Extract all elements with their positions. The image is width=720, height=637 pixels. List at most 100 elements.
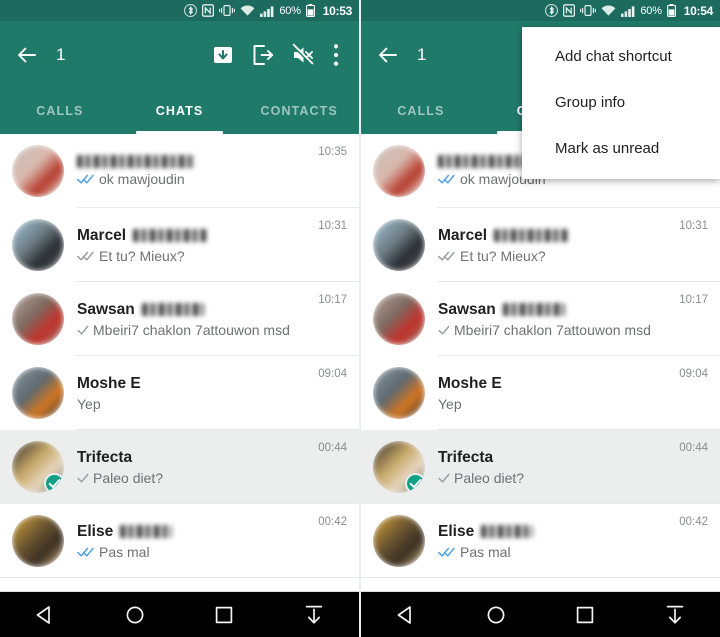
nav-back-button[interactable]: [384, 593, 428, 637]
nav-home-button[interactable]: [474, 593, 518, 637]
menu-item-mark-as-unread[interactable]: Mark as unread: [522, 125, 720, 171]
mute-button[interactable]: [283, 35, 323, 75]
message-preview: ok mawjoudin: [99, 171, 185, 187]
chat-list-item[interactable]: Trifecta Paleo diet? 00:44: [0, 430, 359, 504]
archive-button[interactable]: [203, 35, 243, 75]
chat-row-main: Trifecta Paleo diet?: [77, 449, 310, 486]
chat-row-main: Elise Pas mal: [77, 523, 310, 560]
receipt-single-check-sent: [438, 472, 450, 484]
status-bar: 60% 10:53: [0, 0, 359, 21]
avatar: [12, 367, 64, 419]
redacted-name: [133, 229, 208, 242]
chat-list-item[interactable]: Elise Pas mal 00:42: [361, 504, 720, 578]
menu-item-add-chat-shortcut[interactable]: Add chat shortcut: [522, 33, 720, 79]
avatar-photo: [373, 145, 425, 197]
menu-item-group-info[interactable]: Group info: [522, 79, 720, 125]
chat-list-item[interactable]: Marcel Et tu? Mieux? 10:31: [361, 208, 720, 282]
chat-list-item[interactable]: Moshe E Yep 09:04: [0, 356, 359, 430]
chat-message-line: Pas mal: [438, 544, 671, 560]
nav-hide-button[interactable]: [653, 593, 697, 637]
avatar-photo: [12, 219, 64, 271]
tab-calls[interactable]: CALLS: [0, 88, 120, 134]
vibrate-icon: [219, 4, 236, 17]
contact-name: Elise: [438, 522, 475, 540]
message-preview: Pas mal: [99, 543, 150, 560]
nav-hide-button[interactable]: [292, 593, 336, 637]
message-timestamp: 00:42: [318, 516, 347, 528]
chat-list-item[interactable]: Sawsan Mbeiri7 chaklon 7attouwon msd 10:17: [361, 282, 720, 356]
avatar-photo: [12, 293, 64, 345]
nfc-icon: [563, 4, 576, 17]
battery-percent-label: 60%: [279, 4, 301, 17]
chat-message-line: Yep: [77, 396, 310, 412]
message-preview: Yep: [77, 395, 101, 412]
chat-list: ok mawjoudin10:35MarcelEt tu? Mieux?10:3…: [361, 134, 720, 578]
contact-name: Marcel: [438, 226, 488, 244]
chat-name-line: Moshe E: [77, 375, 310, 393]
back-button[interactable]: [10, 38, 44, 72]
nav-recents-button[interactable]: [202, 593, 246, 637]
navigation-bar: [0, 591, 359, 637]
message-timestamp: 09:04: [318, 368, 347, 380]
chat-message-line: ok mawjoudin: [77, 171, 310, 187]
chat-name-line: Marcel: [438, 227, 671, 245]
chat-row-main: Trifecta Paleo diet?: [438, 449, 671, 486]
phone-screen-right: 60%10:541CALLSCHATSCONTACTSok mawjoudin1…: [361, 0, 720, 637]
chat-message-line: Pas mal: [77, 544, 310, 560]
message-timestamp: 10:17: [679, 294, 708, 306]
selected-check-badge: [405, 473, 425, 493]
redacted-name: [502, 303, 565, 316]
tab-chats[interactable]: CHATS: [120, 88, 240, 134]
back-button[interactable]: [371, 38, 405, 72]
receipt-single-check-sent: [438, 324, 450, 336]
overflow-menu: Add chat shortcut Group info Mark as unrea…: [522, 27, 720, 179]
avatar: [373, 219, 425, 271]
selection-count: 1: [417, 44, 427, 64]
bluetooth-icon: [184, 4, 198, 17]
chat-row-main: Moshe E Yep: [438, 375, 671, 412]
nav-recents-button[interactable]: [563, 593, 607, 637]
exit-group-button[interactable]: [243, 35, 283, 75]
overflow-menu-button[interactable]: [323, 35, 349, 75]
chat-message-line: Paleo diet?: [438, 470, 671, 486]
tab-contacts[interactable]: CONTACTS: [239, 88, 359, 134]
chat-list-item[interactable]: Elise Pas mal 00:42: [0, 504, 359, 578]
contact-name: Sawsan: [77, 300, 135, 318]
receipt-single-check-sent: [77, 324, 89, 336]
message-preview: Pas mal: [460, 543, 511, 560]
chat-list-item[interactable]: Trifecta Paleo diet? 00:44: [361, 430, 720, 504]
chat-list-item[interactable]: Sawsan Mbeiri7 chaklon 7attouwon msd 10:17: [0, 282, 359, 356]
bluetooth-icon: [545, 4, 559, 17]
selection-count: 1: [56, 44, 66, 64]
receipt-double-check-sent: [77, 250, 95, 262]
message-preview: Mbeiri7 chaklon 7attouwon msd: [93, 321, 290, 338]
chat-name-line: Trifecta: [77, 449, 310, 467]
message-preview: Et tu? Mieux?: [99, 247, 185, 264]
chat-list-item[interactable]: Moshe E Yep 09:04: [361, 356, 720, 430]
avatar-photo: [12, 367, 64, 419]
tab-calls[interactable]: CALLS: [361, 88, 481, 134]
chat-name-line: Moshe E: [438, 375, 671, 393]
receipt-double-check-read: [77, 546, 95, 558]
chat-list-item[interactable]: ok mawjoudin 10:35: [0, 134, 359, 208]
chat-name-line: Trifecta: [438, 449, 671, 467]
message-timestamp: 10:31: [679, 220, 708, 232]
chat-name-line: Sawsan: [77, 301, 310, 319]
chat-row-main: Elise Pas mal: [438, 523, 671, 560]
avatar: [12, 515, 64, 567]
phone-screen-left: 60% 10:53 1 CALLS CHATS CONTACTS ok mawjoudin 1…: [0, 0, 359, 637]
battery-icon: [305, 4, 315, 17]
status-bar-icons: 60% 10:54: [545, 4, 713, 18]
contact-name: Trifecta: [77, 448, 133, 466]
chat-list-item[interactable]: Marcel Et tu? Mieux? 10:31: [0, 208, 359, 282]
signal-icon: [260, 5, 274, 17]
redacted-name: [77, 155, 195, 168]
avatar: [373, 293, 425, 345]
nav-back-button[interactable]: [23, 593, 67, 637]
receipt-double-check-sent: [438, 250, 456, 262]
message-timestamp: 09:04: [679, 368, 708, 380]
nfc-icon: [202, 4, 215, 17]
avatar: [12, 219, 64, 271]
chat-message-line: Et tu? Mieux?: [77, 248, 310, 264]
nav-home-button[interactable]: [113, 593, 157, 637]
